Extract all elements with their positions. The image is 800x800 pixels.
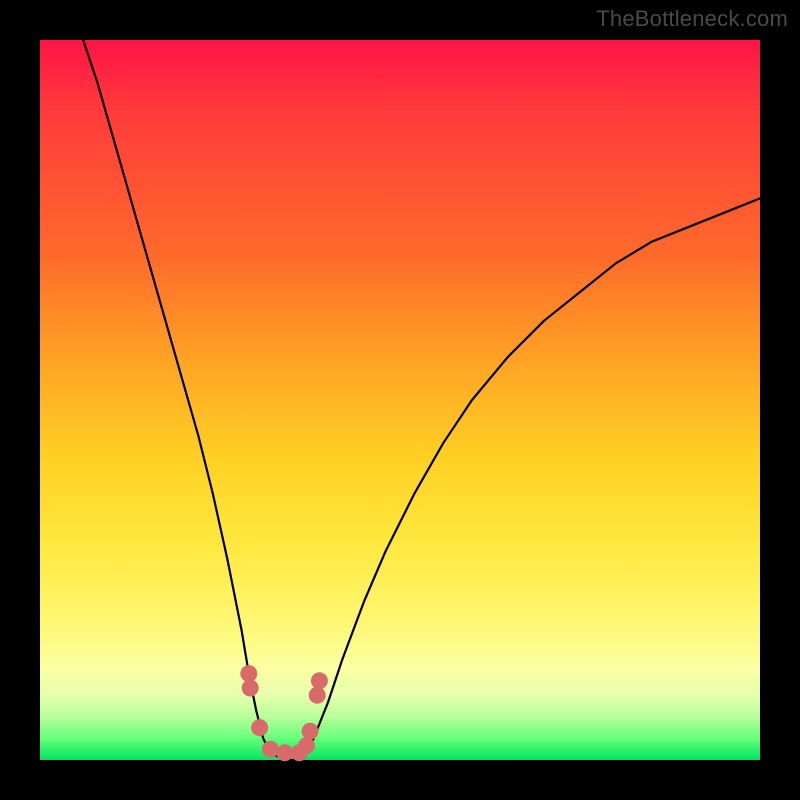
marker-dot [302, 723, 319, 740]
marker-dot [240, 665, 257, 682]
marker-dot [242, 680, 259, 697]
marker-dot [262, 741, 279, 758]
chart-svg [40, 40, 760, 760]
marker-dot [309, 687, 326, 704]
chart-frame: TheBottleneck.com [0, 0, 800, 800]
marker-dot [311, 672, 328, 689]
marker-group [240, 665, 328, 761]
watermark-text: TheBottleneck.com [596, 6, 788, 32]
marker-dot [298, 737, 315, 754]
plot-area [40, 40, 760, 760]
bottleneck-curve [83, 40, 760, 760]
marker-dot [251, 719, 268, 736]
